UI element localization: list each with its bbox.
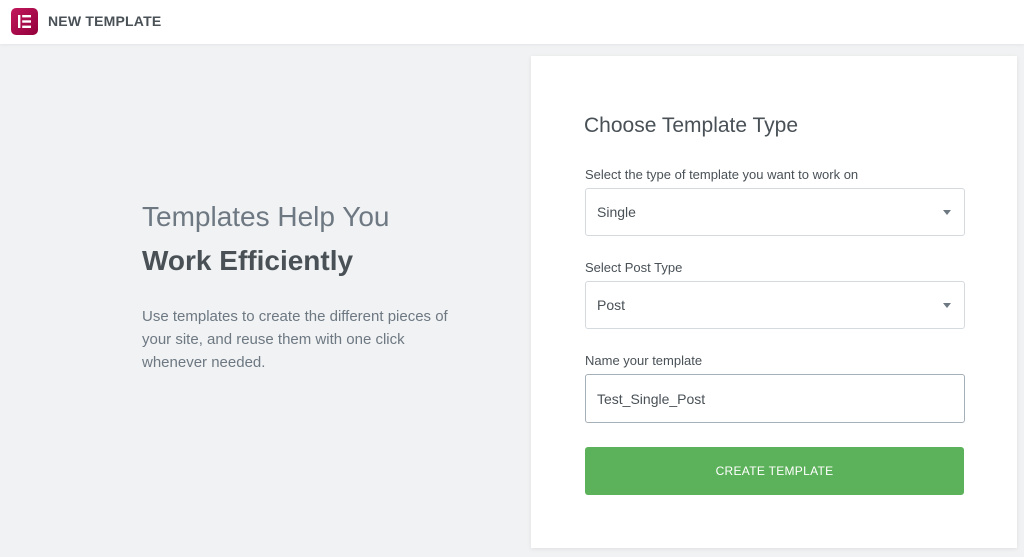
intro-panel: Templates Help You Work Efficiently Use … bbox=[142, 200, 462, 374]
template-name-label: Name your template bbox=[585, 353, 703, 368]
template-name-input[interactable] bbox=[585, 374, 965, 423]
template-type-label: Select the type of template you want to … bbox=[585, 167, 859, 182]
top-bar: NEW TEMPLATE bbox=[0, 0, 1024, 44]
template-form-card: Choose Template Type Select the type of … bbox=[531, 56, 1017, 548]
template-type-value: Single bbox=[597, 204, 636, 220]
post-type-select[interactable]: Post bbox=[585, 281, 965, 329]
intro-title-line2: Work Efficiently bbox=[142, 245, 354, 276]
caret-down-icon bbox=[943, 210, 951, 215]
elementor-logo-icon bbox=[11, 8, 38, 35]
page-title: NEW TEMPLATE bbox=[48, 13, 162, 29]
intro-description: Use templates to create the different pi… bbox=[142, 308, 448, 371]
intro-title-line1: Templates Help You bbox=[142, 201, 390, 232]
caret-down-icon bbox=[943, 303, 951, 308]
post-type-label: Select Post Type bbox=[585, 260, 683, 275]
post-type-value: Post bbox=[597, 297, 626, 313]
form-title: Choose Template Type bbox=[584, 114, 799, 137]
create-template-button[interactable]: CREATE TEMPLATE bbox=[585, 447, 964, 495]
template-type-select[interactable]: Single bbox=[585, 188, 965, 236]
